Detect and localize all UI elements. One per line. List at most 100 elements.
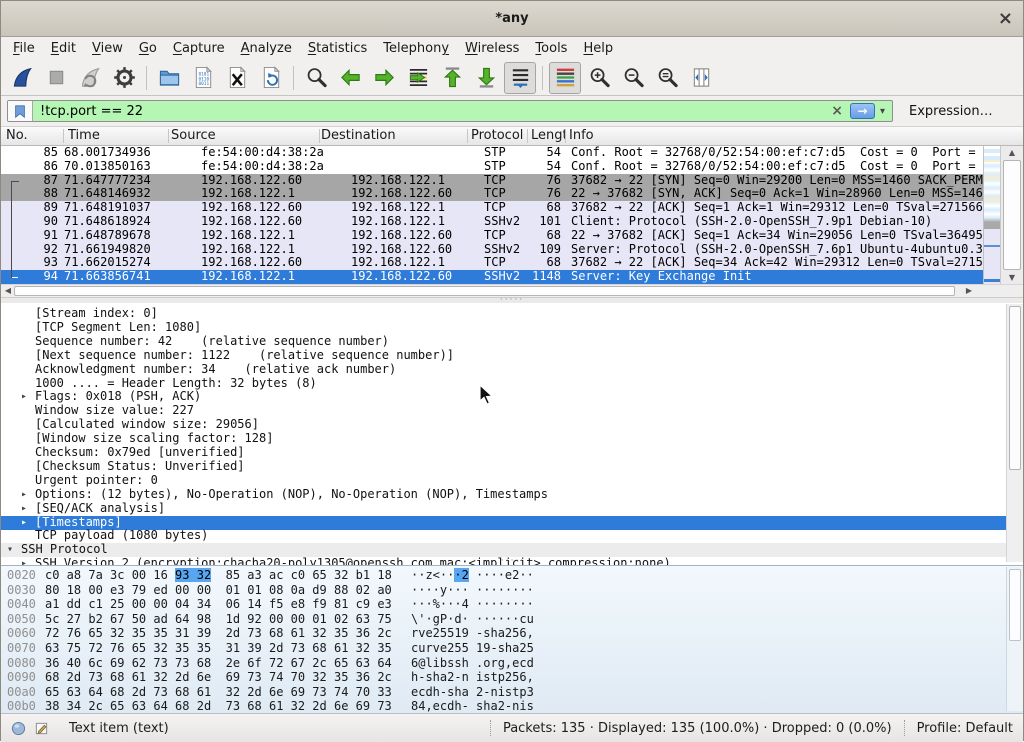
detail-row[interactable]: [Next sequence number: 1122 (relative se… xyxy=(1,349,1023,363)
status-profile[interactable]: Profile: Default xyxy=(917,721,1013,736)
hex-scrollbar-thumb[interactable] xyxy=(1009,569,1021,641)
filter-bookmark-button[interactable] xyxy=(8,101,33,121)
hex-row-0090[interactable]: 009068 2d 73 68 61 32 2d 6e 69 73 74 70 … xyxy=(1,670,1023,684)
packet-row-87[interactable]: 8771.647777234192.168.122.60192.168.122.… xyxy=(1,174,1023,188)
collapsed-arrow-icon[interactable]: ▸ xyxy=(21,502,27,516)
vscrollbar-thumb[interactable] xyxy=(1003,160,1021,270)
filter-text[interactable]: !tcp.port == 22 xyxy=(33,104,824,119)
go-to-last-button[interactable] xyxy=(470,62,502,94)
stop-capture-button[interactable] xyxy=(40,62,72,94)
packet-row-92[interactable]: 9271.661949820192.168.122.1192.168.122.6… xyxy=(1,243,1023,257)
hex-row-00b0[interactable]: 00b038 34 2c 65 63 64 68 2d 73 68 61 32 … xyxy=(1,699,1023,713)
column-separator[interactable] xyxy=(63,129,64,143)
hex-row-0020[interactable]: 0020c0 a8 7a 3c 00 16 93 32 85 a3 ac c0 … xyxy=(1,568,1023,582)
hex-row-0050[interactable]: 00505c 27 b2 67 50 ad 64 98 1d 92 00 00 … xyxy=(1,612,1023,626)
detail-row[interactable]: Acknowledgment number: 34 (relative ack … xyxy=(1,363,1023,377)
detail-row[interactable]: ▸[Timestamps] xyxy=(1,516,1023,530)
column-header-length[interactable]: Length xyxy=(531,127,565,145)
detail-row[interactable]: [Window size scaling factor: 128] xyxy=(1,432,1023,446)
hex-row-0080[interactable]: 008036 40 6c 69 62 73 73 68 2e 6f 72 67 … xyxy=(1,656,1023,670)
go-to-packet-button[interactable] xyxy=(402,62,434,94)
menu-edit[interactable]: Edit xyxy=(43,41,84,56)
packet-row-89[interactable]: 8971.648191037192.168.122.60192.168.122.… xyxy=(1,201,1023,215)
column-header-protocol[interactable]: Protocol xyxy=(471,127,525,145)
scroll-right-icon[interactable]: ▶ xyxy=(963,285,975,297)
filter-add-button[interactable]: + xyxy=(1019,102,1024,121)
menu-go[interactable]: Go xyxy=(131,41,165,56)
collapsed-arrow-icon[interactable]: ▸ xyxy=(21,516,27,530)
column-separator[interactable] xyxy=(565,129,566,143)
packet-list-minimap[interactable] xyxy=(983,146,1000,284)
reload-capture-file-button[interactable] xyxy=(255,62,287,94)
filter-clear-icon[interactable]: × xyxy=(824,103,850,119)
column-header-time[interactable]: Time xyxy=(68,127,166,145)
packet-row-90[interactable]: 9071.648618924192.168.122.60192.168.122.… xyxy=(1,215,1023,229)
column-header-no[interactable]: No. xyxy=(6,127,63,145)
open-capture-file-button[interactable] xyxy=(153,62,185,94)
zoom-in-button[interactable] xyxy=(583,62,615,94)
display-filter-input[interactable]: !tcp.port == 22 × → ▾ xyxy=(7,100,893,122)
menu-wireless[interactable]: Wireless xyxy=(457,41,527,56)
expression-button[interactable]: Expression… xyxy=(909,104,993,119)
collapsed-arrow-icon[interactable]: ▸ xyxy=(21,488,27,502)
packet-row-91[interactable]: 9171.648789678192.168.122.1192.168.122.6… xyxy=(1,229,1023,243)
hex-row-0040[interactable]: 0040a1 dd c1 25 00 00 04 34 06 14 f5 e8 … xyxy=(1,597,1023,611)
zoom-reset-button[interactable] xyxy=(651,62,683,94)
menu-file[interactable]: File xyxy=(5,41,43,56)
go-to-first-button[interactable] xyxy=(436,62,468,94)
close-icon[interactable]: × xyxy=(998,1,1013,36)
column-separator[interactable] xyxy=(467,129,468,143)
hex-row-00a0[interactable]: 00a065 63 64 68 2d 73 68 61 32 2d 6e 69 … xyxy=(1,685,1023,699)
packet-row-94[interactable]: 9471.663856741192.168.122.1192.168.122.6… xyxy=(1,270,1023,284)
detail-row[interactable]: TCP payload (1080 bytes) xyxy=(1,529,1023,543)
restart-capture-button[interactable] xyxy=(74,62,106,94)
packet-row-88[interactable]: 8871.648146932192.168.122.1192.168.122.6… xyxy=(1,187,1023,201)
close-capture-file-button[interactable] xyxy=(221,62,253,94)
capture-options-button[interactable] xyxy=(108,62,140,94)
hscrollbar-thumb[interactable] xyxy=(14,286,955,296)
scroll-down-icon[interactable]: ▼ xyxy=(1001,271,1023,284)
detail-row[interactable]: Urgent pointer: 0 xyxy=(1,474,1023,488)
detail-row[interactable]: ▸Flags: 0x018 (PSH, ACK) xyxy=(1,390,1023,404)
go-back-button[interactable] xyxy=(334,62,366,94)
save-capture-file-button[interactable]: 010101100011 xyxy=(187,62,219,94)
go-forward-button[interactable] xyxy=(368,62,400,94)
pane-splitter-bottom[interactable]: ····· xyxy=(487,558,539,564)
detail-row[interactable]: ▸Options: (12 bytes), No-Operation (NOP)… xyxy=(1,488,1023,502)
detail-row[interactable]: [Stream index: 0] xyxy=(1,307,1023,321)
scroll-up-icon[interactable]: ▲ xyxy=(1001,146,1023,159)
colorize-packets-button[interactable] xyxy=(549,62,581,94)
menu-view[interactable]: View xyxy=(84,41,131,56)
hex-scrollbar[interactable] xyxy=(1006,567,1023,711)
collapsed-arrow-icon[interactable]: ▸ xyxy=(21,390,27,404)
detail-row[interactable]: [TCP Segment Len: 1080] xyxy=(1,321,1023,335)
detail-row[interactable]: Window size value: 227 xyxy=(1,404,1023,418)
menu-analyze[interactable]: Analyze xyxy=(233,41,300,56)
detail-row[interactable]: Checksum: 0x79ed [unverified] xyxy=(1,446,1023,460)
capture-comment-button[interactable] xyxy=(34,721,49,736)
column-header-info[interactable]: Info xyxy=(569,127,969,145)
filter-dropdown-icon[interactable]: ▾ xyxy=(880,106,892,117)
find-packet-button[interactable] xyxy=(300,62,332,94)
column-header-destination[interactable]: Destination xyxy=(321,127,467,145)
detail-row[interactable]: [Checksum Status: Unverified] xyxy=(1,460,1023,474)
detail-row[interactable]: [Calculated window size: 29056] xyxy=(1,418,1023,432)
details-scrollbar-thumb[interactable] xyxy=(1009,306,1021,470)
menu-statistics[interactable]: Statistics xyxy=(300,41,375,56)
start-capture-button[interactable] xyxy=(6,62,38,94)
menu-tools[interactable]: Tools xyxy=(527,41,575,56)
packet-row-86[interactable]: 8670.013850163fe:54:00:d4:38:2aSTP54Conf… xyxy=(1,160,1023,174)
column-header-source[interactable]: Source xyxy=(171,127,317,145)
menu-telephony[interactable]: Telephony xyxy=(375,41,457,56)
packet-row-85[interactable]: 8568.001734936fe:54:00:d4:38:2aSTP54Conf… xyxy=(1,146,1023,160)
expanded-arrow-icon[interactable]: ▾ xyxy=(7,543,13,557)
hex-row-0070[interactable]: 007063 75 72 76 65 32 35 35 31 39 2d 73 … xyxy=(1,641,1023,655)
detail-row[interactable]: 1000 .... = Header Length: 32 bytes (8) xyxy=(1,377,1023,391)
column-separator[interactable] xyxy=(319,129,320,143)
filter-apply-button[interactable]: → xyxy=(850,103,875,119)
detail-row[interactable]: ▸[SEQ/ACK analysis] xyxy=(1,502,1023,516)
packet-list-vscrollbar[interactable]: ▲ ▼ xyxy=(1000,146,1023,284)
menu-capture[interactable]: Capture xyxy=(165,41,233,56)
auto-scroll-button[interactable] xyxy=(504,62,536,94)
expert-info-button[interactable] xyxy=(11,721,26,736)
